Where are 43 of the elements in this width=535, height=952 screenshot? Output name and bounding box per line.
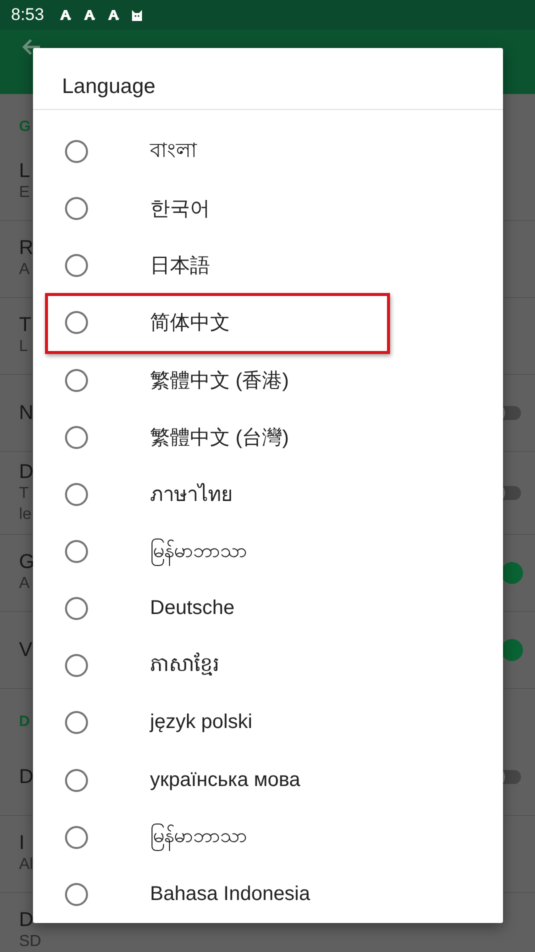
setting-title: I — [19, 832, 26, 856]
radio-button[interactable] — [65, 197, 88, 220]
setting-title: D — [19, 909, 34, 932]
setting-title: L — [19, 160, 30, 184]
radio-button[interactable] — [65, 482, 88, 506]
setting-title: N — [19, 402, 34, 424]
language-option[interactable]: বাংলা — [33, 123, 503, 180]
language-option[interactable]: język polski — [33, 694, 503, 752]
setting-title: R — [19, 237, 34, 260]
radio-button[interactable] — [65, 140, 88, 164]
radio-button[interactable] — [65, 768, 88, 792]
radio-button[interactable] — [65, 311, 88, 334]
radio-button[interactable] — [65, 540, 88, 564]
language-option[interactable]: 日本語 — [33, 237, 503, 294]
language-option[interactable]: ภาษาไทย — [33, 466, 503, 523]
radio-button[interactable] — [65, 368, 88, 392]
radio-button[interactable] — [65, 426, 88, 449]
setting-title: D — [19, 460, 34, 484]
section-header: D — [19, 713, 30, 730]
radio-button[interactable] — [65, 882, 88, 906]
setting-title: G — [19, 551, 35, 574]
language-option[interactable]: ភាសាខ្មែរ — [33, 637, 503, 694]
status-time: 8:53 — [11, 5, 44, 25]
language-option[interactable]: Bahasa Indonesia — [33, 866, 503, 923]
language-option[interactable]: 繁體中文 (台灣) — [33, 408, 503, 466]
language-option[interactable]: 简体中文 — [33, 294, 503, 352]
language-option[interactable]: 繁體中文 (香港) — [33, 352, 503, 409]
language-option[interactable]: українська мова — [33, 752, 503, 809]
radio-button[interactable] — [65, 826, 88, 849]
section-header: G — [19, 118, 31, 135]
radio-button[interactable] — [65, 711, 88, 734]
radio-button[interactable] — [65, 654, 88, 678]
radio-button[interactable] — [65, 597, 88, 620]
setting-title: V — [19, 638, 32, 662]
language-option[interactable]: မြန်မာဘာသာ — [33, 808, 503, 866]
radio-button[interactable] — [65, 254, 88, 278]
setting-title: D — [19, 766, 34, 788]
dialog-title: Language — [33, 48, 503, 110]
cat-icon — [130, 8, 144, 22]
setting-title: T — [19, 314, 32, 338]
language-option[interactable]: 한국어 — [33, 180, 503, 238]
language-option[interactable]: Deutsche — [33, 580, 503, 638]
language-option[interactable]: မြန်မာဘာသာ — [33, 522, 503, 580]
